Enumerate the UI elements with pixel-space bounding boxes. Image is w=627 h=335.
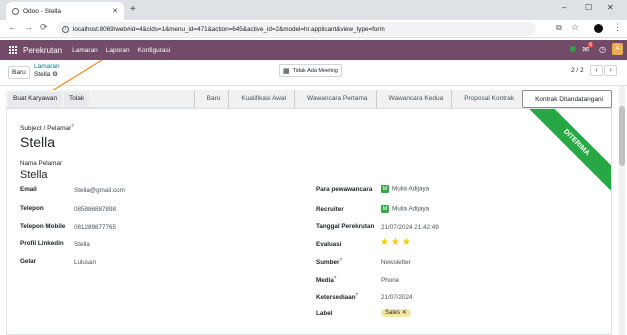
linkedin-field[interactable]: Stella bbox=[74, 241, 90, 248]
refuse-button[interactable]: Tolak bbox=[64, 92, 90, 106]
mobile-label: Telepon Mobile bbox=[20, 223, 66, 230]
odoo-favicon-icon bbox=[12, 7, 19, 15]
activity-clock-icon[interactable]: ◷ bbox=[599, 45, 606, 54]
email-field[interactable]: Stella@gmail.com bbox=[74, 187, 125, 194]
interviewers-label: Para pewawancara bbox=[316, 186, 373, 193]
site-info-icon[interactable]: i bbox=[62, 25, 69, 33]
browser-tab[interactable]: Odoo - Stella ✕ bbox=[6, 2, 124, 20]
new-tab-button[interactable]: + bbox=[130, 4, 136, 15]
stage-baru[interactable]: Baru bbox=[193, 90, 229, 108]
tab-close-icon[interactable]: ✕ bbox=[112, 7, 118, 15]
hire-date-label: Tanggal Perekrutan bbox=[316, 223, 375, 230]
tag-sales[interactable]: Sales ✕ bbox=[381, 309, 411, 317]
availability-field[interactable]: 21/07/2024 bbox=[381, 294, 413, 301]
applicant-name-label: Nama Pelamar bbox=[20, 160, 62, 167]
maximize-icon[interactable]: ☐ bbox=[585, 3, 592, 12]
degree-field[interactable]: Lulusan bbox=[74, 259, 96, 266]
tag-remove-icon[interactable]: ✕ bbox=[402, 310, 407, 316]
recruiter-label: Recruiter bbox=[316, 206, 344, 213]
stage-wawancara-kedua[interactable]: Wawancara Kedua bbox=[375, 90, 452, 108]
evaluation-stars[interactable]: ★ ★ ★ bbox=[380, 237, 411, 248]
star-icon[interactable]: ★ bbox=[402, 237, 411, 248]
interviewers-field[interactable]: M Mulia Adijaya bbox=[381, 185, 429, 193]
url-input[interactable]: i localhost:8069/web#id=4&cids=1&menu_id… bbox=[56, 22, 536, 36]
stage-wawancara-pertama[interactable]: Wawancara Pertama bbox=[294, 90, 376, 108]
browser-menu-icon[interactable]: ⋮ bbox=[613, 22, 622, 33]
stage-pipeline: Baru Kualifikasi Awal Wawancara Pertama … bbox=[193, 90, 612, 108]
star-icon[interactable]: ★ bbox=[380, 237, 389, 248]
messages-icon[interactable]: ✉ 6 bbox=[582, 41, 594, 54]
mobile-field[interactable]: 081289877765 bbox=[74, 224, 116, 231]
phone-label: Telepon bbox=[20, 205, 44, 212]
top-menu: Lamaran Laporan Konfigurasi bbox=[72, 47, 170, 54]
message-count-badge: 6 bbox=[588, 41, 594, 48]
evaluation-label: Evaluasi bbox=[316, 241, 342, 248]
degree-label: Gelar bbox=[20, 258, 37, 265]
apps-grid-icon[interactable] bbox=[9, 46, 17, 54]
medium-field[interactable]: Phone bbox=[381, 277, 399, 284]
app-brand[interactable]: Perekrutan bbox=[23, 46, 62, 55]
profile-icon[interactable] bbox=[594, 24, 603, 33]
form-sheet: DITERIMA Subject / Pelamar? Stella Nama … bbox=[6, 108, 612, 335]
back-icon[interactable]: ← bbox=[8, 22, 17, 32]
email-label: Email bbox=[20, 186, 37, 193]
star-icon[interactable]: ★ bbox=[391, 237, 400, 248]
source-label: Sumber? bbox=[316, 257, 342, 267]
reload-icon[interactable]: ⟳ bbox=[40, 22, 48, 33]
bookmark-star-icon[interactable]: ☆ bbox=[571, 22, 579, 33]
url-text: localhost:8069/web#id=4&cids=1&menu_id=4… bbox=[73, 25, 385, 33]
pager-next-button[interactable]: › bbox=[604, 65, 617, 76]
forward-icon[interactable]: → bbox=[24, 22, 33, 32]
calendar-icon: ▦ bbox=[283, 67, 290, 75]
status-dot-icon bbox=[570, 46, 577, 52]
meeting-button[interactable]: ▦ Tidak Ada Meeting bbox=[279, 64, 342, 77]
hire-date-field[interactable]: 21/07/2024 21:42:49 bbox=[381, 224, 439, 231]
menu-laporan[interactable]: Laporan bbox=[106, 47, 130, 54]
medium-label: Media? bbox=[316, 275, 337, 285]
cast-icon[interactable]: ⧉ bbox=[556, 23, 562, 33]
navbar-right: ✉ 6 ◷ A bbox=[570, 41, 623, 55]
subject-input[interactable]: Stella bbox=[20, 134, 55, 150]
stage-kualifikasi-awal[interactable]: Kualifikasi Awal bbox=[228, 90, 295, 108]
applicant-name-input[interactable]: Stella bbox=[20, 169, 48, 181]
accepted-ribbon: DITERIMA bbox=[523, 109, 611, 196]
tags-field[interactable]: Sales ✕ bbox=[381, 309, 411, 317]
meeting-label: Tidak Ada Meeting bbox=[292, 67, 338, 74]
scrollbar-thumb[interactable] bbox=[619, 106, 625, 166]
interviewer-avatar: M bbox=[381, 185, 389, 193]
minimize-icon[interactable]: – bbox=[562, 3, 566, 12]
recruiter-avatar: M bbox=[381, 205, 389, 213]
stage-proposal-kontrak[interactable]: Proposal Kontrak bbox=[451, 90, 523, 108]
tab-title: Odoo - Stella bbox=[23, 7, 61, 15]
subject-label: Subject / Pelamar? bbox=[20, 123, 74, 133]
pager-prev-button[interactable]: ‹ bbox=[590, 65, 603, 76]
pager-value: 2 / 2 bbox=[571, 67, 584, 74]
stage-kontrak-ditandatangani[interactable]: Kontrak Ditandatangani bbox=[522, 90, 612, 108]
menu-konfigurasi[interactable]: Konfigurasi bbox=[138, 47, 171, 54]
user-avatar[interactable]: A bbox=[612, 43, 623, 55]
availability-label: Ketersediaan? bbox=[316, 292, 359, 302]
menu-lamaran[interactable]: Lamaran bbox=[72, 47, 98, 54]
recruiter-field[interactable]: M Mulia Adijaya bbox=[381, 205, 429, 213]
tags-label: Label bbox=[316, 310, 333, 317]
status-bar: Buat Karyawan Tolak Baru Kualifikasi Awa… bbox=[6, 90, 612, 108]
page-scrollbar[interactable] bbox=[619, 86, 625, 335]
window-close-icon[interactable]: ✕ bbox=[607, 3, 614, 12]
phone-field[interactable]: 085886887898 bbox=[74, 206, 116, 213]
source-field[interactable]: Newsletter bbox=[381, 259, 411, 266]
new-button[interactable]: Baru bbox=[8, 66, 30, 79]
create-employee-button[interactable]: Buat Karyawan bbox=[8, 92, 63, 106]
linkedin-label: Profil Linkedin bbox=[20, 240, 64, 247]
